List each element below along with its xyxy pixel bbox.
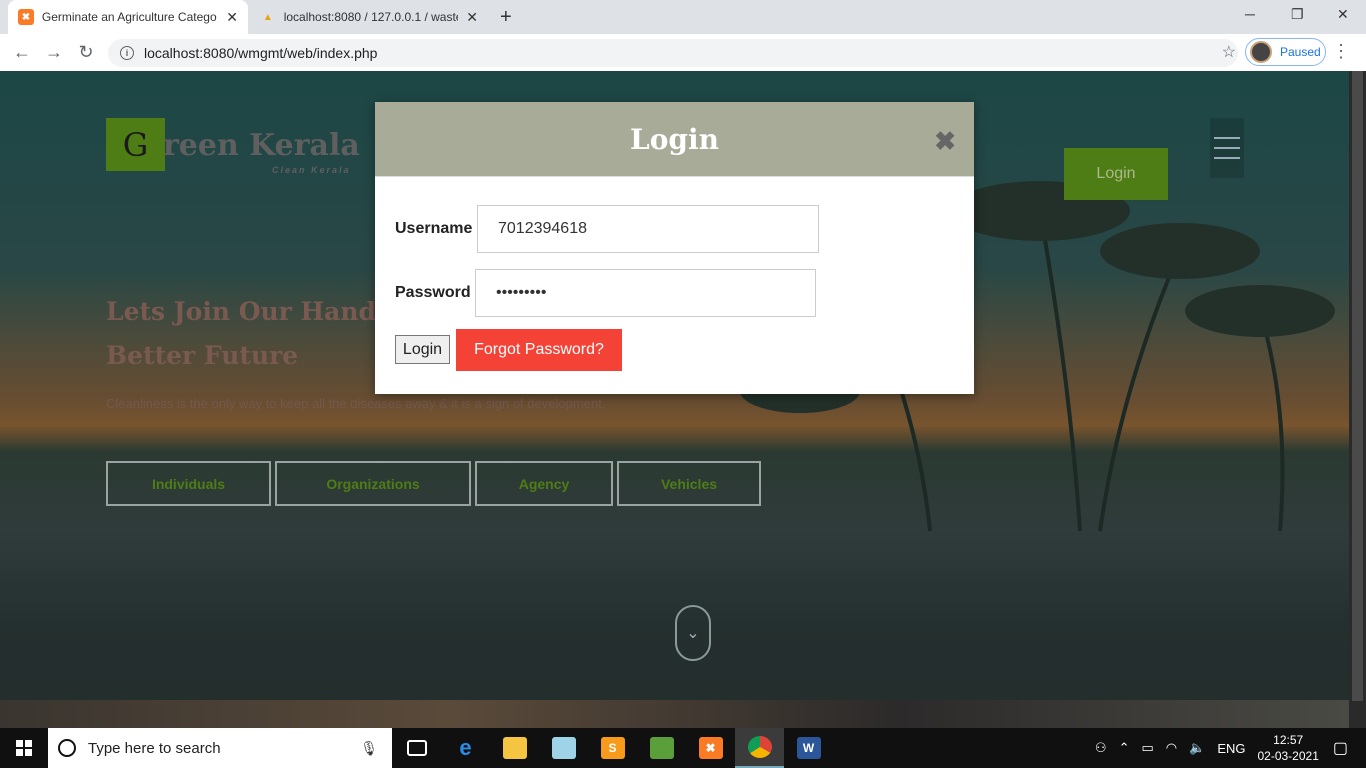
hero-subtitle: Cleanliness is the only way to keep all … <box>106 396 606 411</box>
category-vehicles-button[interactable]: Vehicles <box>617 461 761 506</box>
battery-icon[interactable]: ▭ <box>1141 740 1153 756</box>
password-label: Password <box>395 284 471 301</box>
people-icon[interactable]: ⚇ <box>1095 740 1107 756</box>
chevron-up-icon[interactable]: ⌃ <box>1119 740 1130 756</box>
notepad-icon[interactable] <box>539 728 588 768</box>
address-bar-row: ← → ↻ i localhost:8080/wmgmt/web/index.p… <box>0 34 1366 71</box>
sublime-text-icon[interactable]: S <box>588 728 637 768</box>
file-explorer-icon[interactable] <box>490 728 539 768</box>
chrome-icon[interactable] <box>735 728 784 768</box>
info-icon[interactable]: i <box>120 46 134 60</box>
page-scrollbar[interactable] <box>1349 71 1366 728</box>
url-bar[interactable]: i localhost:8080/wmgmt/web/index.php <box>108 39 1238 67</box>
category-organizations-button[interactable]: Organizations <box>275 461 471 506</box>
password-row: Password <box>395 269 816 317</box>
profile-button[interactable]: Paused <box>1245 38 1326 66</box>
snipping-tool-icon[interactable] <box>637 728 686 768</box>
category-agency-button[interactable]: Agency <box>475 461 613 506</box>
close-tab-icon[interactable]: ✕ <box>226 9 238 26</box>
wifi-icon[interactable]: ◠ <box>1166 740 1177 756</box>
tab-title: localhost:8080 / 127.0.0.1 / waste <box>283 10 459 24</box>
search-placeholder: Type here to search <box>88 739 221 757</box>
bookmark-star-icon[interactable]: ☆ <box>1222 42 1236 62</box>
tab-germinate[interactable]: ✖ Germinate an Agriculture Catego ✕ <box>8 0 248 34</box>
avatar <box>1250 41 1272 63</box>
password-input[interactable] <box>475 269 816 317</box>
minimize-button[interactable]: ─ <box>1245 6 1255 22</box>
windows-taskbar: Type here to search 🎙 e S ✖ W ⚇ ⌃ ▭ ◠ 🔈 … <box>0 728 1366 768</box>
modal-header: Login ✖ <box>375 102 974 177</box>
forgot-password-button[interactable]: Forgot Password? <box>456 329 622 371</box>
new-tab-button[interactable]: + <box>500 6 512 29</box>
logo-name: reen Kerala <box>163 128 360 163</box>
windows-start-icon[interactable] <box>0 728 48 768</box>
restore-button[interactable]: ❐ <box>1291 6 1304 23</box>
url-text: localhost:8080/wmgmt/web/index.php <box>144 45 378 61</box>
username-input[interactable] <box>477 205 819 253</box>
username-row: Username <box>395 205 819 253</box>
phpmyadmin-icon: ▲ <box>262 11 273 23</box>
menu-kebab-icon[interactable]: ⋮ <box>1332 41 1350 62</box>
forward-icon[interactable]: → <box>38 37 70 69</box>
scrollbar-thumb[interactable] <box>1352 71 1363 701</box>
task-view-icon[interactable] <box>392 728 441 768</box>
notifications-icon[interactable]: ▢ <box>1333 738 1348 758</box>
login-submit-button[interactable]: Login <box>395 335 450 364</box>
tab-title: Germinate an Agriculture Catego <box>41 10 217 24</box>
clock-time: 12:57 <box>1273 733 1304 747</box>
scroll-down-chevron-icon[interactable]: ⌄ <box>675 605 711 661</box>
browser-chrome: ✖ Germinate an Agriculture Catego ✕ ▲ lo… <box>0 0 1366 71</box>
reload-icon[interactable]: ↻ <box>70 37 102 69</box>
edge-icon[interactable]: e <box>441 728 490 768</box>
logo-letter: G <box>106 118 165 171</box>
nav-login-button[interactable]: Login <box>1064 148 1168 200</box>
logo-tagline: Clean Kerala <box>272 165 351 175</box>
modal-title: Login <box>630 122 719 156</box>
xampp-icon[interactable]: ✖ <box>686 728 735 768</box>
clock[interactable]: 12:57 02-03-2021 <box>1257 732 1318 764</box>
microphone-icon[interactable]: 🎙 <box>360 740 378 757</box>
system-tray: ⚇ ⌃ ▭ ◠ 🔈 ENG 12:57 02-03-2021 ▢ <box>1095 728 1366 768</box>
xampp-icon: ✖ <box>18 9 34 25</box>
tab-phpmyadmin[interactable]: ▲ localhost:8080 / 127.0.0.1 / waste ✕ <box>250 0 488 34</box>
volume-icon[interactable]: 🔈 <box>1189 740 1205 756</box>
back-icon[interactable]: ← <box>6 37 38 69</box>
profile-status: Paused <box>1280 45 1321 59</box>
close-tab-icon[interactable]: ✕ <box>466 9 478 26</box>
taskbar-search-box[interactable]: Type here to search 🎙 <box>48 728 392 768</box>
username-label: Username <box>395 220 473 237</box>
site-logo[interactable]: G reen Kerala Clean Kerala <box>106 118 360 175</box>
word-icon[interactable]: W <box>784 728 833 768</box>
clock-date: 02-03-2021 <box>1257 749 1319 763</box>
language-indicator[interactable]: ENG <box>1217 741 1245 756</box>
hamburger-menu-icon[interactable] <box>1210 118 1244 178</box>
category-individuals-button[interactable]: Individuals <box>106 461 271 506</box>
login-modal: Login ✖ Username Password Login Forgot P… <box>375 102 974 394</box>
close-window-button[interactable]: ✕ <box>1337 6 1349 23</box>
next-section-strip <box>0 700 1349 728</box>
close-modal-icon[interactable]: ✖ <box>934 128 956 154</box>
search-icon <box>58 739 76 757</box>
